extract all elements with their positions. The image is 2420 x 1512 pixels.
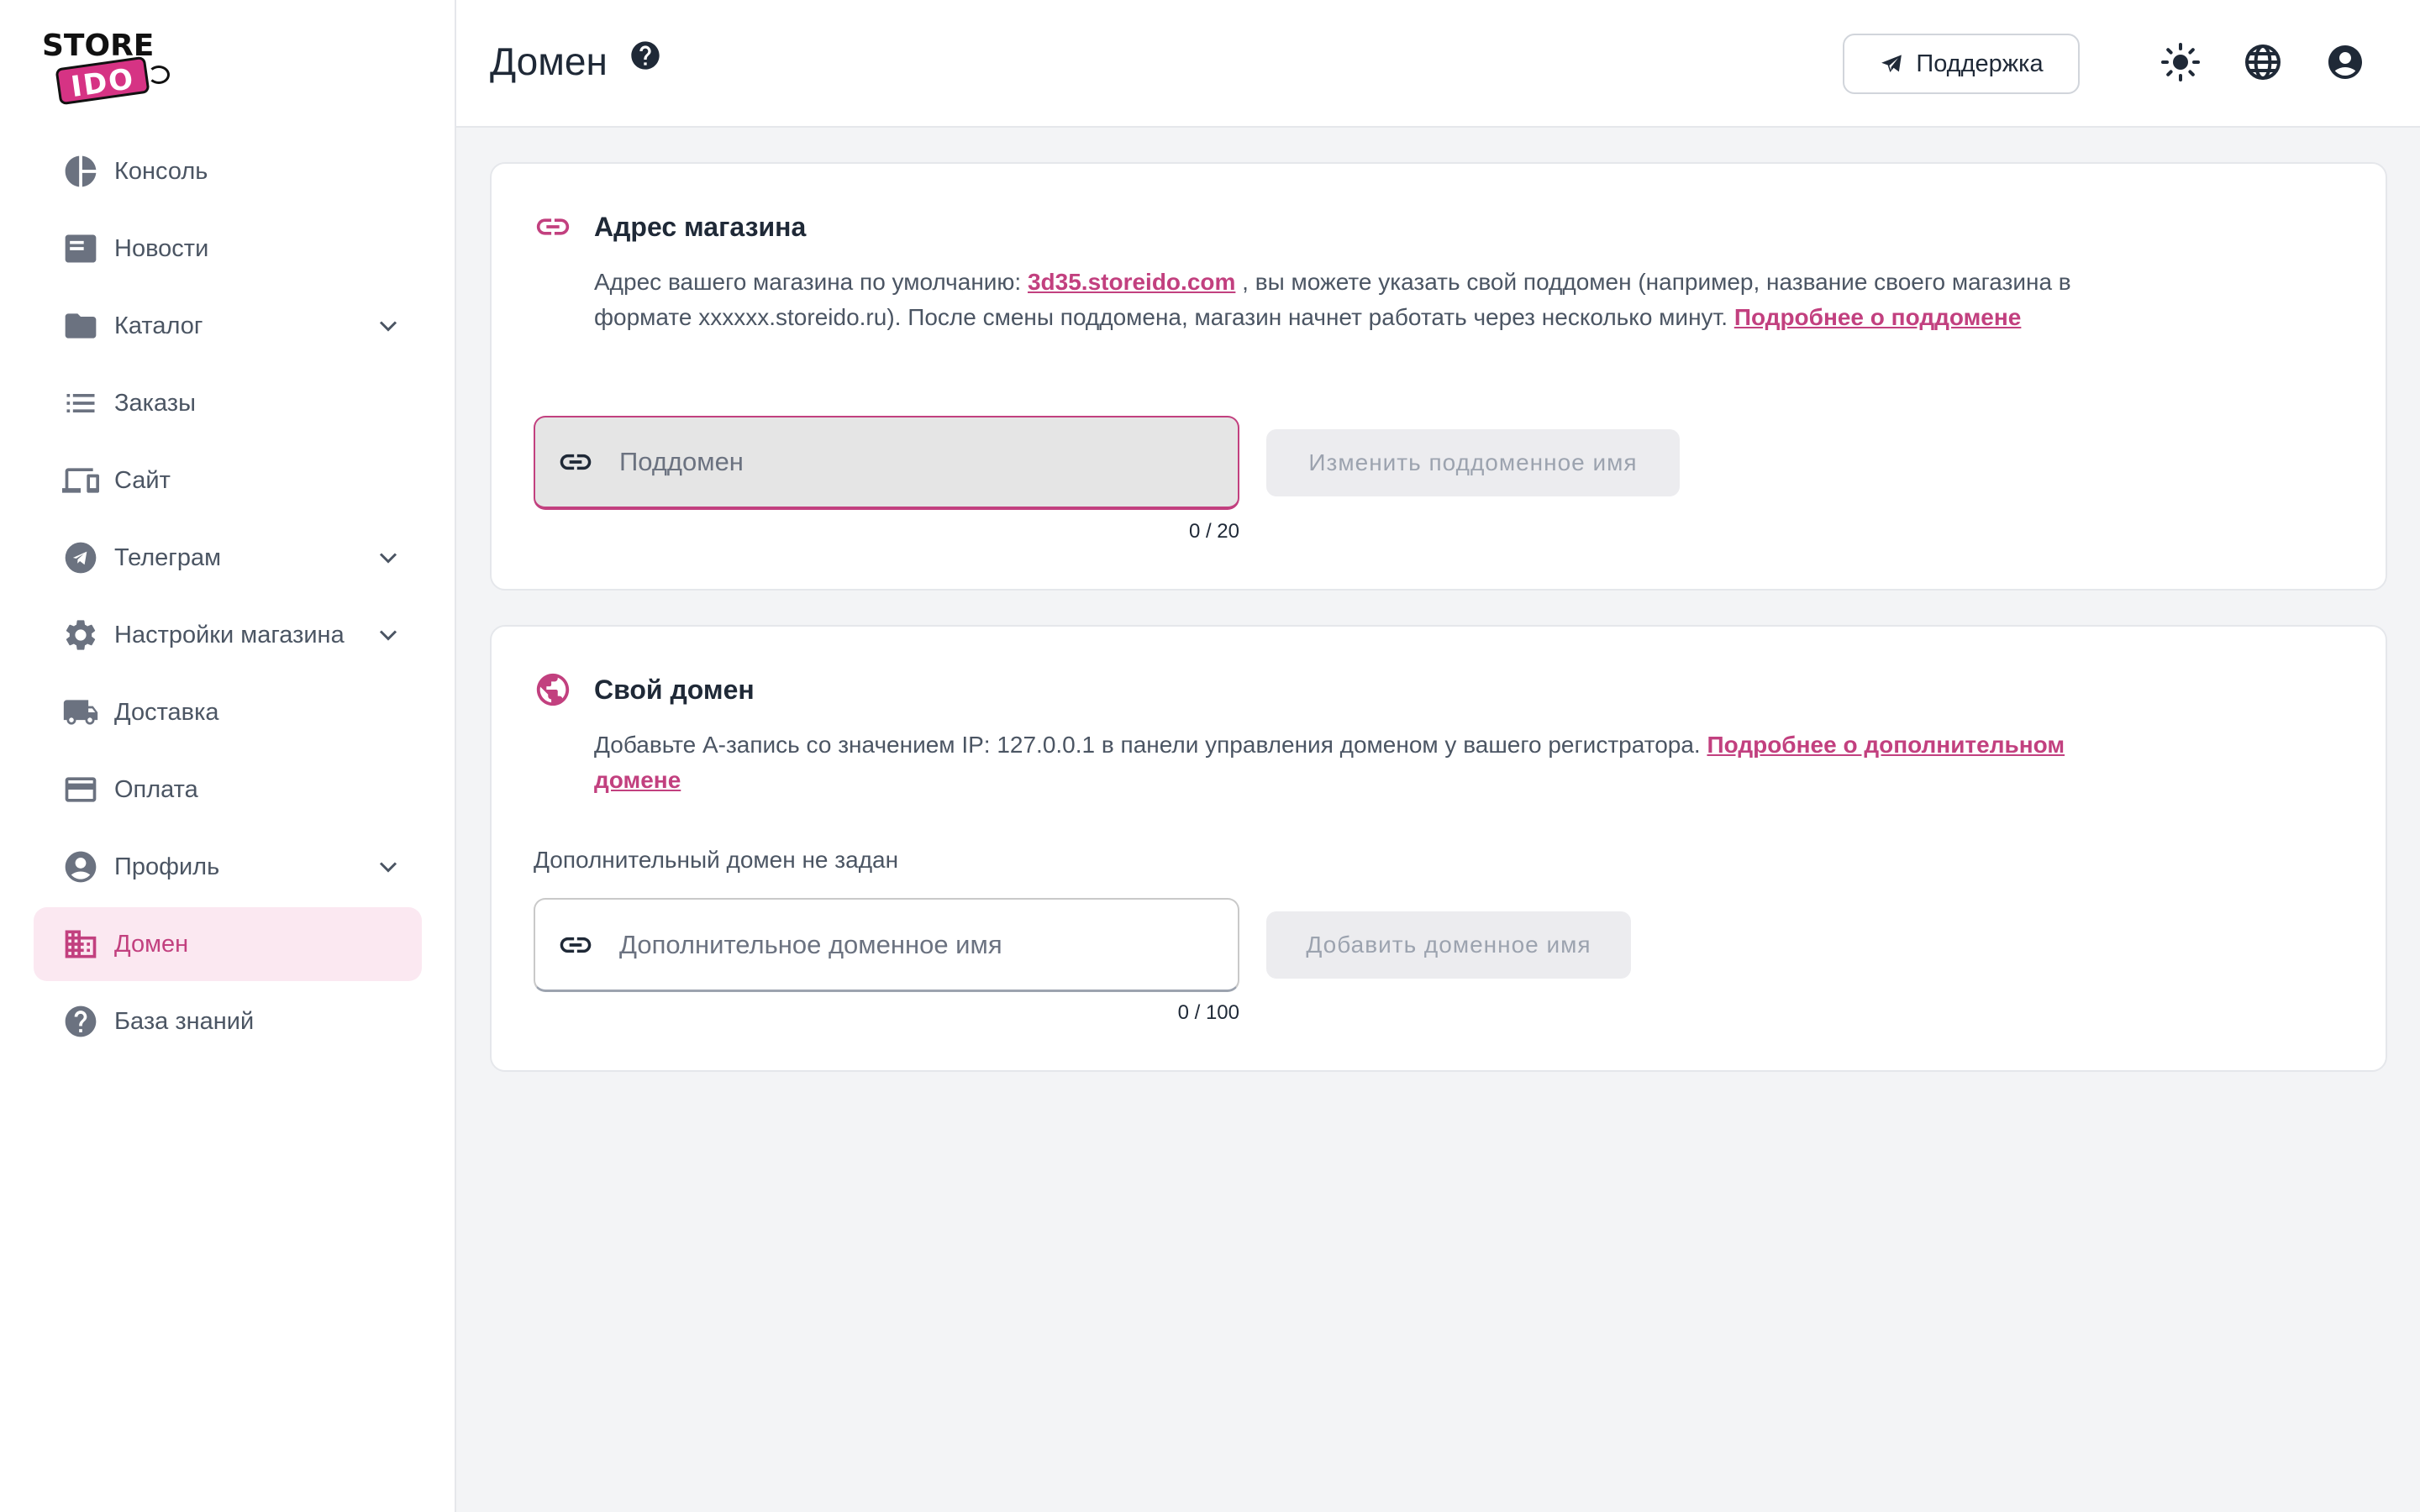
custom-domain-description: Добавьте A-запись со значением IP: 127.0…	[594, 727, 2090, 798]
add-domain-button[interactable]: Добавить доменное имя	[1266, 911, 1631, 979]
custom-domain-header: Свой домен	[534, 670, 755, 709]
support-button[interactable]: Поддержка	[1843, 34, 2080, 94]
sidebar-item-label: Сайт	[114, 466, 171, 494]
change-subdomain-button[interactable]: Изменить поддоменное имя	[1266, 429, 1680, 496]
sidebar-item-domain[interactable]: Домен	[34, 907, 422, 981]
domain-status-text: Дополнительный домен не задан	[534, 847, 899, 873]
sidebar-item-label: Каталог	[114, 312, 203, 339]
subdomain-more-link[interactable]: Подробнее о поддомене	[1734, 304, 2022, 330]
sidebar-item-console[interactable]: Консоль	[34, 134, 422, 208]
chevron-down-icon[interactable]	[373, 311, 403, 341]
sidebar-item-knowledge-base[interactable]: База знаний	[34, 984, 422, 1058]
sidebar-item-store-settings[interactable]: Настройки магазина	[34, 598, 422, 672]
store-address-description: Адрес вашего магазина по умолчанию: 3d35…	[594, 265, 2090, 335]
sidebar-nav: Консоль Новости Каталог Заказы Сайт Теле…	[34, 134, 422, 1062]
logo-text-ido: IDO	[55, 55, 150, 106]
sidebar-item-label: Профиль	[114, 853, 220, 880]
store-address-card: Адрес магазина Адрес вашего магазина по …	[490, 162, 2387, 591]
help-circle-icon	[62, 1003, 99, 1040]
sidebar-item-orders[interactable]: Заказы	[34, 366, 422, 440]
telegram-send-icon	[1881, 55, 1902, 72]
truck-icon	[62, 694, 99, 731]
sidebar-item-delivery[interactable]: Доставка	[34, 675, 422, 749]
sidebar-item-label: Телеграм	[114, 543, 222, 571]
default-address-link[interactable]: 3d35.storeido.com	[1028, 269, 1235, 295]
custom-domain-card: Свой домен Добавьте A-запись со значение…	[490, 625, 2387, 1072]
sidebar-item-label: Доставка	[114, 698, 219, 726]
chevron-down-icon[interactable]	[373, 543, 403, 573]
description-text: Адрес вашего магазина по умолчанию:	[594, 269, 1028, 295]
sidebar-item-profile[interactable]: Профиль	[34, 830, 422, 904]
gear-icon	[62, 617, 99, 654]
subdomain-input[interactable]	[619, 447, 1207, 477]
sidebar-item-payment[interactable]: Оплата	[34, 753, 422, 827]
pie-chart-icon	[62, 153, 99, 190]
sidebar-item-label: Консоль	[114, 157, 208, 185]
custom-domain-title: Свой домен	[594, 674, 755, 705]
link-icon	[536, 218, 570, 235]
storeido-logo[interactable]: STORE IDO	[40, 29, 171, 106]
folder-icon	[62, 307, 99, 344]
domain-building-icon	[62, 926, 99, 963]
subdomain-field[interactable]	[534, 416, 1239, 510]
sidebar-item-site[interactable]: Сайт	[34, 444, 422, 517]
sidebar-item-catalog[interactable]: Каталог	[34, 289, 422, 363]
help-circle-icon[interactable]	[629, 39, 662, 72]
news-icon	[62, 230, 99, 267]
logo-hook-icon	[148, 66, 170, 84]
account-circle-icon[interactable]	[2325, 42, 2365, 82]
devices-icon	[62, 462, 99, 499]
support-button-label: Поддержка	[1916, 50, 2044, 77]
chevron-down-icon[interactable]	[373, 852, 403, 882]
sidebar-item-label: Новости	[114, 234, 209, 262]
top-header: Домен Поддержка	[456, 0, 2420, 128]
sidebar-item-label: База знаний	[114, 1007, 255, 1035]
sidebar-item-label: Заказы	[114, 389, 196, 417]
link-icon	[560, 937, 592, 953]
custom-domain-field[interactable]	[534, 898, 1239, 992]
sidebar-item-label: Оплата	[114, 775, 198, 803]
description-text: Добавьте A-запись со значением IP: 127.0…	[594, 732, 1707, 758]
list-icon	[62, 385, 99, 422]
credit-card-icon	[62, 771, 99, 808]
custom-domain-input[interactable]	[619, 929, 1207, 960]
sidebar-item-news[interactable]: Новости	[34, 212, 422, 286]
sidebar-item-label: Домен	[114, 930, 189, 958]
page-title: Домен	[490, 39, 608, 83]
globe-icon[interactable]	[2243, 42, 2283, 82]
account-circle-icon	[62, 848, 99, 885]
sidebar: STORE IDO Консоль Новости Каталог Заказы…	[0, 0, 456, 1512]
store-address-header: Адрес магазина	[534, 207, 806, 246]
subdomain-char-counter: 0 / 20	[1188, 520, 1239, 543]
sidebar-item-label: Настройки магазина	[114, 621, 345, 648]
sun-icon[interactable]	[2160, 42, 2201, 82]
telegram-icon	[62, 539, 99, 576]
globe-icon	[536, 673, 570, 706]
chevron-down-icon[interactable]	[373, 620, 403, 650]
store-address-title: Адрес магазина	[594, 211, 807, 242]
custom-domain-char-counter: 0 / 100	[1177, 1001, 1239, 1024]
link-icon	[560, 454, 592, 470]
sidebar-item-telegram[interactable]: Телеграм	[34, 521, 422, 595]
